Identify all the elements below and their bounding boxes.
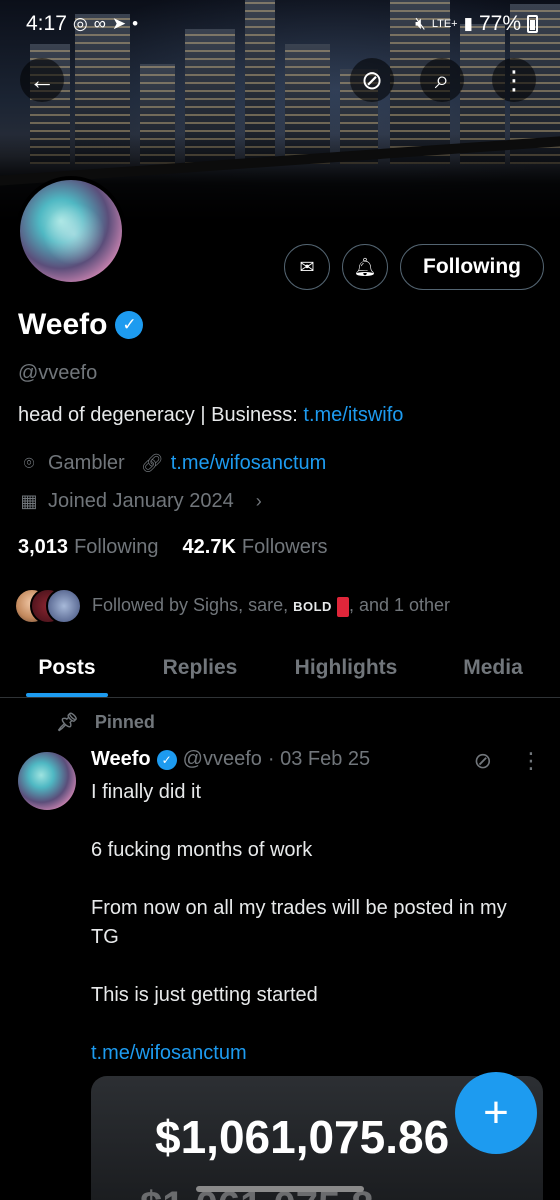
following-button[interactable]: Following <box>400 244 544 290</box>
status-time: 4:17 <box>26 12 67 35</box>
grok-button[interactable]: ⊘ <box>350 58 394 102</box>
more-vertical-icon: ⋮ <box>501 64 527 95</box>
profile-tabs: Posts Replies Highlights Media <box>0 638 560 698</box>
profile-joined: Joined January 2024 <box>48 490 234 512</box>
app-notification-icon: ∞ <box>93 14 106 33</box>
link-icon: 🔗︎ <box>140 453 164 473</box>
post-header: Weefo ✓ @vveefo · 03 Feb 25 <box>91 748 370 771</box>
profile-actions: ✉ 🔔︎ Following <box>284 244 544 290</box>
following-count-link[interactable]: 3,013 Following <box>18 536 159 559</box>
profile-avatar[interactable] <box>16 176 126 286</box>
tab-media[interactable]: Media <box>426 638 560 697</box>
avatar <box>46 588 82 624</box>
post-actions: ⊘ ⋮ <box>474 748 542 774</box>
dot-icon: • <box>132 14 139 33</box>
signal-icon: ▮ <box>463 14 473 33</box>
bell-icon: 🔔︎ <box>353 256 377 277</box>
verified-badge-icon[interactable]: ✓ <box>115 311 144 339</box>
tab-posts[interactable]: Posts <box>0 638 134 697</box>
followed-by-text: Followed by Sighs, sare, BOLD , and 1 ot… <box>92 595 451 617</box>
red-envelope-icon <box>336 596 349 617</box>
profile-name-row: Weefo ✓ <box>18 308 144 342</box>
chevron-right-icon: › <box>255 491 262 511</box>
back-button[interactable]: ← <box>20 58 64 102</box>
pin-icon: 📌︎ <box>56 712 79 732</box>
profile-handle: @vveefo <box>18 362 98 384</box>
battery-percent: 77% <box>478 12 521 35</box>
post-date: · 03 Feb 25 <box>267 748 371 770</box>
calendar-icon: ▦ <box>20 491 38 511</box>
home-indicator[interactable] <box>196 1186 364 1192</box>
arrow-left-icon: ← <box>29 64 55 95</box>
more-options-button[interactable]: ⋮ <box>492 58 536 102</box>
pinned-indicator: 📌︎ Pinned <box>56 712 155 732</box>
grok-icon: ⊘ <box>361 64 383 95</box>
mute-icon: 🔇︎ <box>415 14 426 33</box>
tab-replies[interactable]: Replies <box>134 638 266 697</box>
search-icon: ⌕ <box>434 64 450 94</box>
profile-joined-row[interactable]: ▦ Joined January 2024 › <box>18 490 270 513</box>
post-line: This is just getting started <box>91 984 318 1006</box>
search-button[interactable]: ⌕ <box>420 58 464 102</box>
telegram-icon: ➤ <box>111 14 127 33</box>
battery-icon <box>527 15 538 33</box>
notifications-button[interactable]: 🔔︎ <box>342 244 389 290</box>
location-icon: ⌾ <box>23 453 35 473</box>
post-line: I finally did it <box>91 781 202 803</box>
post-link[interactable]: t.me/wifosanctum <box>91 1039 531 1068</box>
mail-icon: ✉ <box>299 256 315 277</box>
tab-highlights[interactable]: Highlights <box>266 638 426 697</box>
media-amount-text: $1,061,075.86 <box>155 1111 450 1163</box>
post-author[interactable]: Weefo <box>91 748 151 771</box>
display-name: Weefo <box>18 308 108 341</box>
plus-icon: + <box>483 1088 509 1137</box>
profile-bio: head of degeneracy | Business: t.me/itsw… <box>18 404 403 427</box>
grok-icon[interactable]: ⊘ <box>474 748 492 774</box>
post-line: From now on all my trades will be posted… <box>91 897 507 948</box>
bio-text: head of degeneracy | Business: <box>18 404 304 426</box>
post-line: 6 fucking months of work <box>91 839 313 861</box>
profile-website[interactable]: t.me/wifosanctum <box>171 452 327 475</box>
bio-link[interactable]: t.me/itswifo <box>303 404 403 426</box>
followed-by-avatars <box>14 588 82 624</box>
post-text: I finally did it 6 fucking months of wor… <box>91 778 531 1068</box>
followers-count-link[interactable]: 42.7K Followers <box>183 536 328 559</box>
followed-by[interactable]: Followed by Sighs, sare, BOLD , and 1 ot… <box>14 588 450 624</box>
message-button[interactable]: ✉ <box>284 244 331 290</box>
network-label: LTE+ <box>431 18 458 30</box>
profile-location: Gambler <box>48 452 125 474</box>
post-handle: @vveefo <box>182 748 262 770</box>
whatsapp-icon: ◎ <box>72 14 88 33</box>
more-vertical-icon[interactable]: ⋮ <box>520 748 542 774</box>
profile-meta: ⌾ Gambler 🔗︎ t.me/wifosanctum <box>18 452 327 475</box>
post-avatar[interactable] <box>18 752 76 810</box>
compose-post-button[interactable]: + <box>455 1072 537 1154</box>
status-bar: 4:17 ◎ ∞ ➤ • 🔇︎ LTE+ ▮ 77% <box>0 0 560 48</box>
follow-counts: 3,013 Following 42.7K Followers <box>18 536 328 559</box>
verified-badge-icon: ✓ <box>156 749 177 770</box>
